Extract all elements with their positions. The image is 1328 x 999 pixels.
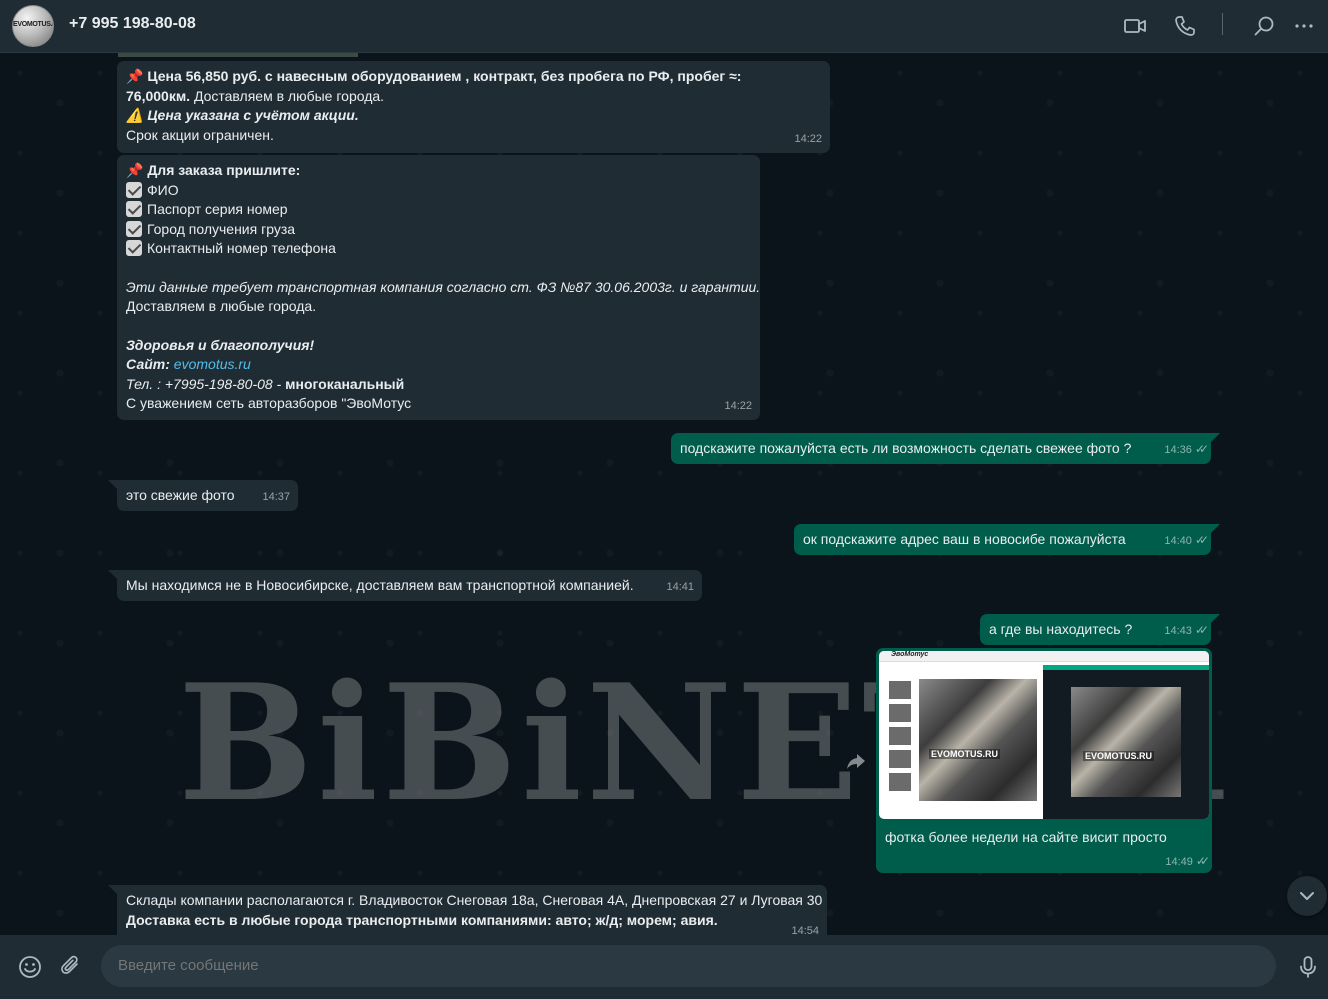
list-item: Город получения груза bbox=[147, 220, 296, 237]
message-time: 14:49 bbox=[1165, 856, 1193, 868]
checkmark-icon bbox=[126, 201, 142, 217]
message-time: 14:43 bbox=[1164, 624, 1192, 637]
incoming-message[interactable]: Склады компании располагаются г. Владиво… bbox=[108, 885, 827, 936]
message-text: ⚠️ Цена указана с учётом акции. bbox=[126, 107, 359, 123]
bubble-tail bbox=[108, 570, 118, 580]
message-text: Доставляем в любые города. bbox=[190, 87, 385, 104]
engine-photo bbox=[1071, 687, 1181, 797]
avatar[interactable]: EVOMOTUS.RU bbox=[12, 5, 54, 47]
message-text: 76,000км. bbox=[126, 87, 191, 104]
message-list[interactable]: BiBiNET.ru 📌 Цена 56,850 руб. с навесным… bbox=[0, 53, 1328, 935]
checkmark-icon bbox=[126, 240, 142, 256]
message-text: Склады компании располагаются г. Владиво… bbox=[126, 892, 823, 908]
message-text: Срок акции ограничен. bbox=[126, 126, 274, 143]
avatar-logo-text: EVOMOTUS.RU bbox=[13, 21, 53, 28]
image-thumbnails bbox=[889, 681, 911, 796]
header-divider bbox=[1222, 13, 1223, 35]
chevron-down-icon bbox=[1300, 892, 1314, 900]
outgoing-message[interactable]: ок подскажите адрес ваш в новосибе пожал… bbox=[794, 524, 1220, 555]
message-time: 14:22 bbox=[724, 399, 752, 412]
bubble-tail bbox=[1210, 433, 1220, 443]
message-text: ок подскажите адрес ваш в новосибе пожал… bbox=[803, 531, 1126, 547]
image-caption: фотка более недели на сайте висит просто bbox=[885, 829, 1167, 845]
forward-icon[interactable] bbox=[844, 750, 868, 772]
bubble-tail bbox=[108, 480, 118, 490]
scroll-down-button[interactable] bbox=[1287, 876, 1327, 916]
video-call-icon[interactable] bbox=[1122, 13, 1148, 39]
image-watermark-text: EVOMOTUS.RU bbox=[929, 749, 1001, 759]
engine-photo bbox=[919, 679, 1037, 801]
contact-name[interactable]: +7 995 198-80-08 bbox=[69, 15, 196, 33]
message-text: подскажите пожалуйста есть ли возможност… bbox=[680, 440, 1132, 456]
phone-label: Тел. : +7995-198-80-08 - bbox=[126, 375, 286, 392]
incoming-message[interactable]: Мы находимся не в Новосибирске, доставля… bbox=[108, 570, 702, 601]
microphone-icon[interactable] bbox=[1295, 954, 1321, 980]
popup-accent-bar bbox=[1043, 665, 1209, 670]
message-time: 14:54 bbox=[791, 924, 819, 936]
voice-call-icon[interactable] bbox=[1172, 13, 1198, 39]
list-item: Паспорт серия номер bbox=[147, 201, 288, 217]
message-text: Мы находимся не в Новосибирске, доставля… bbox=[126, 577, 634, 593]
outgoing-message[interactable]: подскажите пожалуйста есть ли возможност… bbox=[671, 433, 1220, 464]
bubble-tail bbox=[108, 885, 118, 895]
read-ticks-icon: ✓✓ bbox=[1194, 622, 1209, 637]
message-input[interactable] bbox=[101, 945, 1276, 987]
list-item: ФИО bbox=[147, 181, 179, 198]
read-ticks-icon: ✓✓ bbox=[1195, 854, 1210, 868]
search-icon[interactable] bbox=[1252, 13, 1278, 39]
checkmark-icon bbox=[126, 220, 142, 237]
image-watermark-text: EVOMOTUS.RU bbox=[1083, 751, 1155, 761]
message-time: 14:40 bbox=[1164, 534, 1192, 547]
chat-header: EVOMOTUS.RU +7 995 198-80-08 bbox=[0, 0, 1328, 53]
message-text: Эти данные требует транспортная компания… bbox=[126, 278, 761, 295]
menu-icon[interactable] bbox=[1291, 13, 1317, 39]
read-ticks-icon: ✓✓ bbox=[1194, 441, 1209, 456]
photo-attachment[interactable]: ЭвоМотус EVOMOTUS.RU EVOMOTUS.RU bbox=[879, 651, 1209, 819]
message-time: 14:41 bbox=[666, 580, 694, 593]
message-text: Доставка есть в любые города транспортны… bbox=[126, 911, 718, 928]
message-time: 14:37 bbox=[262, 490, 290, 503]
image-site-bar bbox=[879, 651, 1209, 662]
incoming-message[interactable]: 📌 Цена 56,850 руб. с навесным оборудован… bbox=[117, 61, 830, 153]
composer bbox=[0, 935, 1328, 999]
bubble-tail bbox=[1210, 524, 1220, 534]
message-time: 14:22 bbox=[794, 132, 822, 145]
image-popup: EVOMOTUS.RU bbox=[1043, 665, 1209, 819]
incoming-message[interactable]: это свежие фото 14:37 bbox=[108, 480, 298, 511]
message-text: 📌 Для заказа пришлите: bbox=[126, 162, 301, 178]
read-ticks-icon: ✓✓ bbox=[1194, 532, 1209, 547]
outgoing-image-message[interactable]: ЭвоМотус EVOMOTUS.RU EVOMOTUS.RU фотка б… bbox=[876, 648, 1212, 873]
message-text: С уважением сеть авторазборов "ЭвоМотус bbox=[126, 395, 412, 411]
phone-note: многоканальный bbox=[285, 375, 405, 392]
checkmark-icon bbox=[126, 181, 142, 198]
message-time: 14:36 bbox=[1164, 443, 1192, 456]
message-text: Доставляем в любые города. bbox=[126, 298, 317, 314]
attach-icon[interactable] bbox=[58, 953, 84, 979]
message-text: 📌 Цена 56,850 руб. с навесным оборудован… bbox=[126, 68, 742, 84]
message-text: Здоровья и благополучия! bbox=[126, 336, 315, 353]
site-link[interactable]: evomotus.ru bbox=[174, 356, 251, 372]
previous-image-edge bbox=[118, 53, 358, 57]
bubble-tail bbox=[1210, 614, 1220, 624]
list-item: Контактный номер телефона bbox=[147, 240, 336, 256]
incoming-message[interactable]: 📌 Для заказа пришлите: ФИО Паспорт серия… bbox=[117, 155, 760, 420]
image-site-logo: ЭвоМотус bbox=[891, 651, 929, 658]
outgoing-message[interactable]: а где вы находитесь ? 14:43 ✓✓ bbox=[980, 614, 1220, 645]
emoji-icon[interactable] bbox=[17, 954, 43, 980]
site-label: Сайт: bbox=[126, 356, 174, 372]
